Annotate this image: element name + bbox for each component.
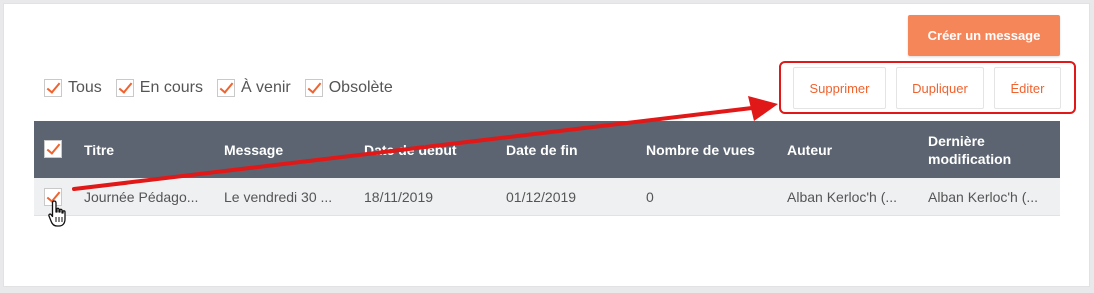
annotation-arrow — [72, 96, 778, 191]
hand-pointer-icon — [48, 200, 66, 227]
